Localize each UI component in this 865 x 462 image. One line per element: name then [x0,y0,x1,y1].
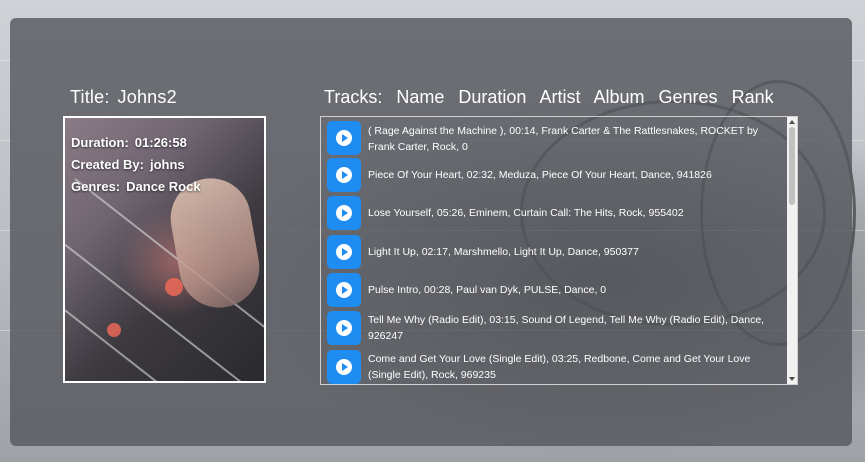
playlist-cover: Duration: 01:26:58 Created By: johns Genre… [63,116,266,383]
track-info: Piece Of Your Heart, 02:32, Meduza, Piec… [368,169,712,181]
play-button[interactable] [327,273,361,307]
column-duration: Duration [458,87,527,107]
track-row: Piece Of Your Heart, 02:32, Meduza, Piec… [321,156,789,195]
scroll-thumb[interactable] [789,127,795,205]
column-rank: Rank [731,87,774,107]
playlist-title: Title: Johns2 [70,87,177,108]
scroll-up-icon[interactable] [789,120,795,124]
track-info: Lose Yourself, 05:26, Eminem, Curtain Ca… [368,207,684,219]
play-button[interactable] [327,311,361,345]
track-list[interactable]: ( Rage Against the Machine ), 00:14, Fra… [320,116,798,385]
track-row: ( Rage Against the Machine ), 00:14, Fra… [321,119,789,158]
track-row: Pulse Intro, 00:28, Paul van Dyk, PULSE,… [321,271,789,310]
play-button[interactable] [327,121,361,155]
track-row: Tell Me Why (Radio Edit), 03:15, Sound O… [321,309,789,348]
duration-line: Duration: 01:26:58 [71,135,187,150]
column-artist: Artist [539,87,581,107]
track-row: Light It Up, 02:17, Marshmello, Light It… [321,233,789,272]
title-label: Title: [70,87,110,107]
scroll-down-icon[interactable] [789,377,795,381]
track-info: Come and Get Your Love (Single Edit), 03… [368,353,751,381]
tracks-label: Tracks: [324,87,383,107]
title-value: Johns2 [117,87,177,107]
track-info: Pulse Intro, 00:28, Paul van Dyk, PULSE,… [368,284,607,296]
column-genres: Genres [658,87,718,107]
play-button[interactable] [327,158,361,192]
created-by-line: Created By: johns [71,157,185,172]
genres-line: Genres: Dance Rock [71,179,201,194]
playlist-meta: Duration: 01:26:58 Created By: johns Genre… [71,132,201,198]
track-list-scrollbar[interactable] [787,117,797,384]
track-row: Come and Get Your Love (Single Edit), 03… [321,348,789,384]
track-info: Light It Up, 02:17, Marshmello, Light It… [368,246,639,258]
column-album: Album [593,87,645,107]
track-row: Lose Yourself, 05:26, Eminem, Curtain Ca… [321,194,789,233]
track-info: Tell Me Why (Radio Edit), 03:15, Sound O… [368,314,765,342]
column-name: Name [396,87,445,107]
play-button[interactable] [327,196,361,230]
tracks-header: Tracks: Name Duration Artist Album Genre… [324,87,783,108]
track-info: ( Rage Against the Machine ), 00:14, Fra… [368,125,759,153]
play-button[interactable] [327,350,361,384]
play-button[interactable] [327,235,361,269]
